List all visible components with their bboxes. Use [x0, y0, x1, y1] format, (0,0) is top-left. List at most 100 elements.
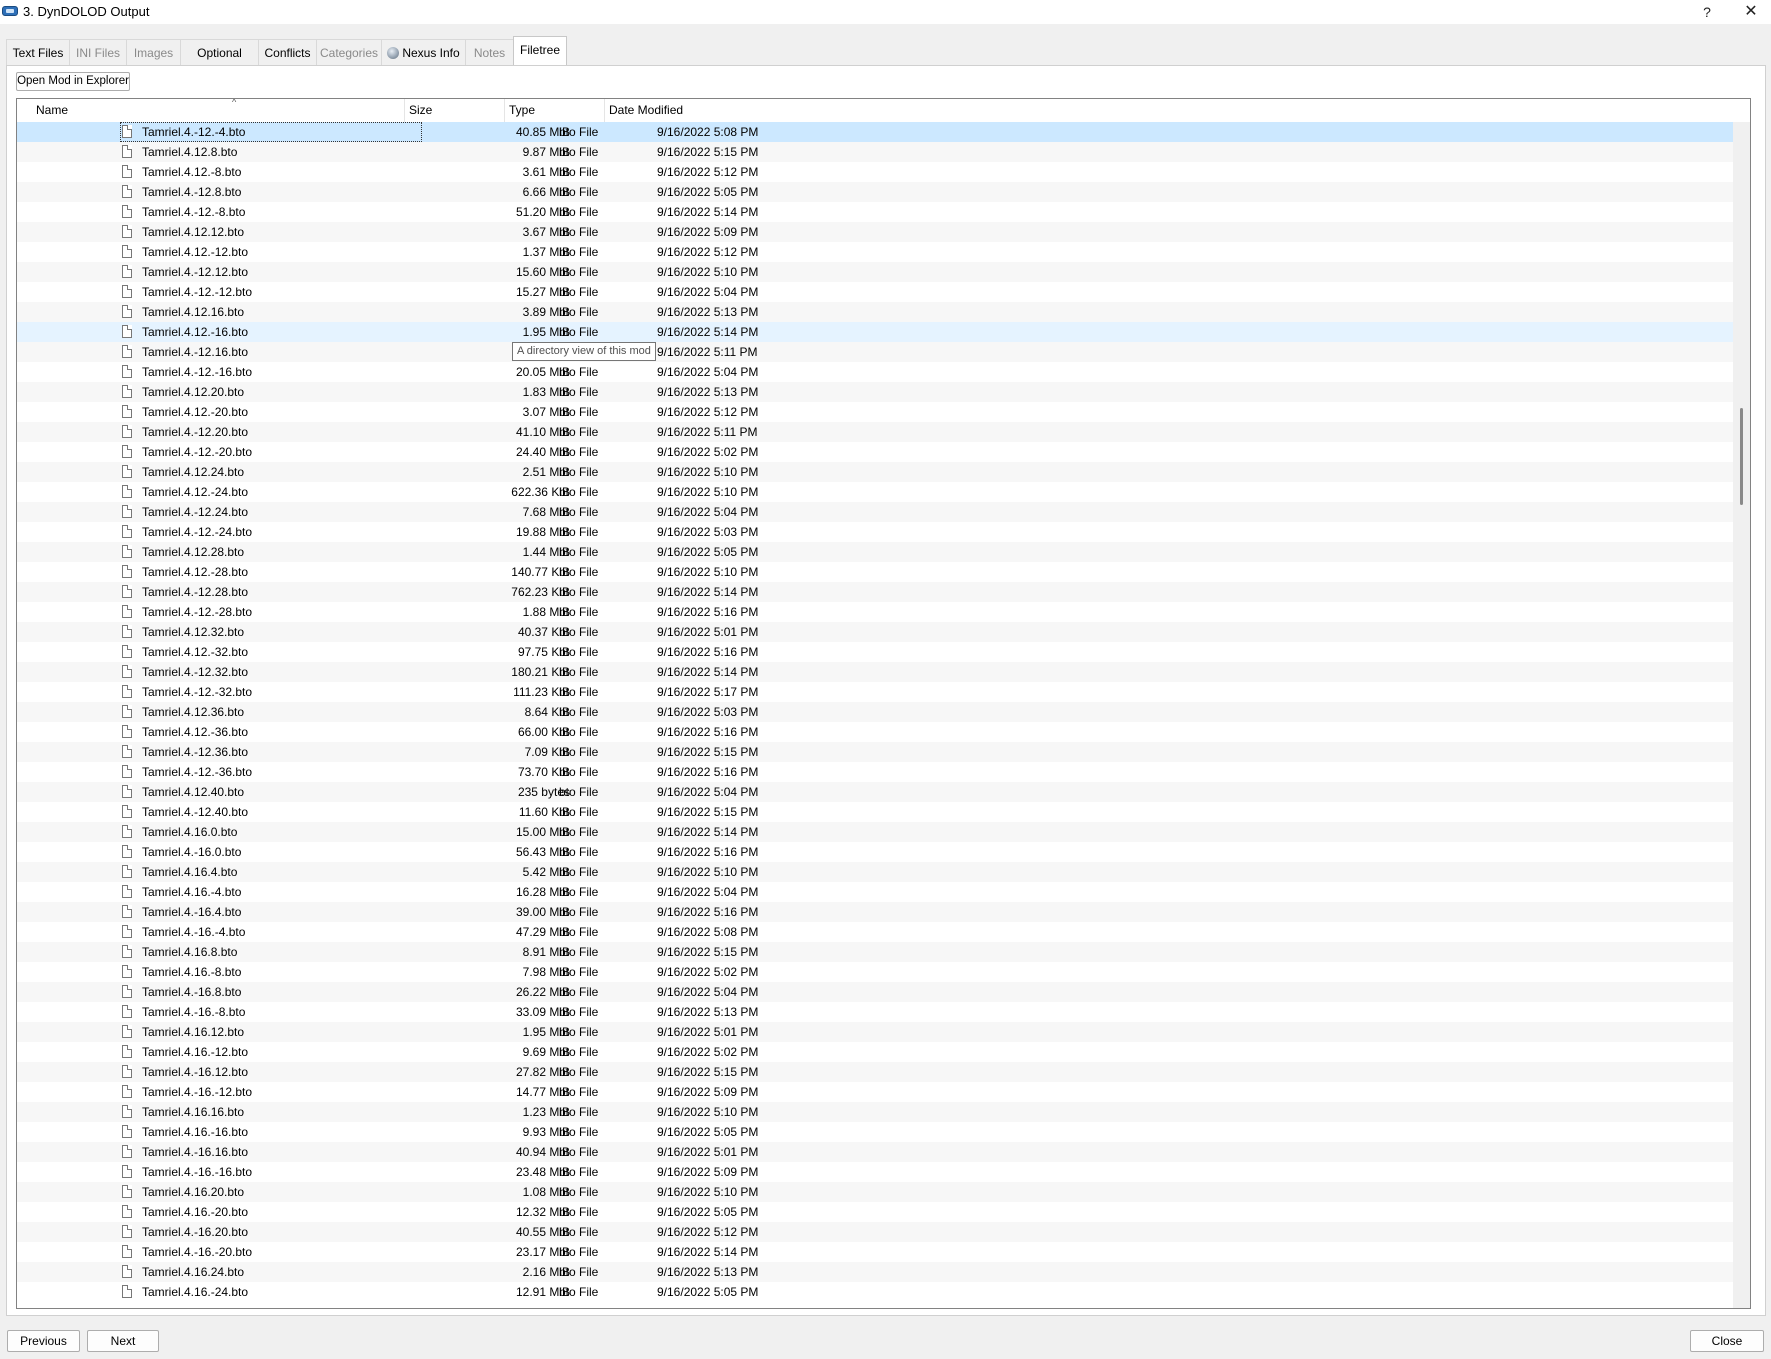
title-bar: 3. DynDOLOD Output ? ✕: [0, 0, 1771, 24]
tab-text-files[interactable]: Text Files: [6, 39, 70, 65]
table-row[interactable]: Tamriel.4.12.-12.bto 1.37 MiB bto File 9/16…: [17, 242, 1733, 262]
table-row[interactable]: Tamriel.4.16.24.bto 2.16 MiB bto File 9/16/…: [17, 1262, 1733, 1282]
table-row[interactable]: Tamriel.4.16.8.bto 8.91 MiB bto File 9/16/2…: [17, 942, 1733, 962]
table-row[interactable]: Tamriel.4.12.16.bto 3.89 MiB bto File 9/16/…: [17, 302, 1733, 322]
table-row[interactable]: Tamriel.4.16.4.bto 5.42 MiB bto File 9/16/2…: [17, 862, 1733, 882]
table-row[interactable]: Tamriel.4.16.-16.bto 9.93 MiB bto File 9/16…: [17, 1122, 1733, 1142]
table-row[interactable]: Tamriel.4.12.-28.bto 140.77 KiB bto File 9/…: [17, 562, 1733, 582]
file-icon: [122, 1285, 132, 1298]
column-header-date-modified[interactable]: Date Modified: [605, 99, 1733, 122]
file-name: Tamriel.4.12.-24.bto: [142, 485, 249, 499]
file-date-modified: 9/16/2022 5:05 PM: [657, 1205, 759, 1219]
table-row[interactable]: Tamriel.4.16.-20.bto 12.32 MiB bto File 9/1…: [17, 1202, 1733, 1222]
table-row[interactable]: Tamriel.4.-16.4.bto 39.00 MiB bto File 9/16…: [17, 902, 1733, 922]
file-size: 111.23 KiB: [513, 685, 570, 699]
help-button[interactable]: ?: [1692, 1, 1722, 23]
table-row[interactable]: Tamriel.4.-16.0.bto 56.43 MiB bto File 9/16…: [17, 842, 1733, 862]
table-row[interactable]: Tamriel.4.-12.16.bto5bto File9/16/2022 5…: [17, 342, 1733, 362]
tab-nexus-info[interactable]: Nexus Info: [381, 39, 466, 65]
file-type: bto File: [559, 465, 599, 479]
table-row[interactable]: Tamriel.4.-16.-20.bto 23.17 MiB bto File 9/…: [17, 1242, 1733, 1262]
table-row[interactable]: Tamriel.4.-16.16.bto 40.94 MiB bto File 9/1…: [17, 1142, 1733, 1162]
tab-filetree[interactable]: Filetree: [513, 36, 567, 65]
table-row[interactable]: Tamriel.4.-12.-36.bto 73.70 KiB bto File 9/…: [17, 762, 1733, 782]
table-row[interactable]: Tamriel.4.-12.32.bto 180.21 KiB bto File 9/…: [17, 662, 1733, 682]
table-row[interactable]: Tamriel.4.12.-24.bto 622.36 KiB bto File 9/…: [17, 482, 1733, 502]
file-icon: [122, 425, 132, 438]
table-row[interactable]: Tamriel.4.-12.28.bto 762.23 KiB bto File 9/…: [17, 582, 1733, 602]
table-row[interactable]: Tamriel.4.16.-24.bto 12.91 MiB bto File 9/1…: [17, 1282, 1733, 1302]
table-row[interactable]: Tamriel.4.-12.12.bto 15.60 MiB bto File 9/1…: [17, 262, 1733, 282]
table-row[interactable]: Tamriel.4.16.16.bto 1.23 MiB bto File 9/16/…: [17, 1102, 1733, 1122]
table-row[interactable]: Tamriel.4.12.40.bto 235 bytes bto File 9/16…: [17, 782, 1733, 802]
table-row[interactable]: Tamriel.4.12.-36.bto 66.00 KiB bto File 9/1…: [17, 722, 1733, 742]
table-row[interactable]: Tamriel.4.16.0.bto 15.00 MiB bto File 9/16/…: [17, 822, 1733, 842]
table-row[interactable]: Tamriel.4.-12.-32.bto 111.23 KiB bto File 9…: [17, 682, 1733, 702]
table-row[interactable]: Tamriel.4.16.-8.bto 7.98 MiB bto File 9/16/…: [17, 962, 1733, 982]
file-date-modified: 9/16/2022 5:03 PM: [657, 705, 759, 719]
file-icon: [122, 1205, 132, 1218]
table-row[interactable]: Tamriel.4.-12.24.bto 7.68 MiB bto File 9/16…: [17, 502, 1733, 522]
file-icon: [122, 285, 132, 298]
table-row[interactable]: Tamriel.4.12.-32.bto 97.75 KiB bto File 9/1…: [17, 642, 1733, 662]
table-row[interactable]: Tamriel.4.16.-12.bto 9.69 MiB bto File 9/16…: [17, 1042, 1733, 1062]
tab-optional-esps[interactable]: Optional ESPs: [180, 39, 259, 86]
table-row[interactable]: Tamriel.4.12.-8.bto 3.61 MiB bto File 9/16/…: [17, 162, 1733, 182]
table-row[interactable]: Tamriel.4.-16.-16.bto 23.48 MiB bto File 9/…: [17, 1162, 1733, 1182]
table-row[interactable]: Tamriel.4.16.-4.bto 16.28 MiB bto File 9/16…: [17, 882, 1733, 902]
column-header-size[interactable]: Size: [405, 99, 505, 122]
table-row[interactable]: Tamriel.4.12.8.bto 9.87 MiB bto File 9/16/2…: [17, 142, 1733, 162]
tab-images[interactable]: Images: [126, 39, 181, 65]
column-header-type[interactable]: Type: [505, 99, 605, 122]
table-row[interactable]: Tamriel.4.12.24.bto 2.51 MiB bto File 9/16/…: [17, 462, 1733, 482]
file-size: 1.95 MiB: [522, 325, 570, 339]
tab-label: INI Files: [75, 46, 120, 60]
table-row[interactable]: Tamriel.4.-16.-8.bto 33.09 MiB bto File 9/1…: [17, 1002, 1733, 1022]
table-row[interactable]: Tamriel.4.-12.20.bto 41.10 MiB bto File 9/1…: [17, 422, 1733, 442]
window-title: 3. DynDOLOD Output: [23, 4, 150, 19]
file-icon: [122, 245, 132, 258]
file-type: bto File: [559, 325, 599, 339]
table-row[interactable]: Tamriel.4.-12.-12.bto 15.27 MiB bto File 9/…: [17, 282, 1733, 302]
tab-conflicts[interactable]: Conflicts: [258, 39, 317, 65]
table-row[interactable]: Tamriel.4.12.12.bto 3.67 MiB bto File 9/16/…: [17, 222, 1733, 242]
table-row[interactable]: Tamriel.4.-16.20.bto 40.55 MiB bto File 9/1…: [17, 1222, 1733, 1242]
column-header-name[interactable]: Name: [17, 99, 405, 122]
table-row[interactable]: Tamriel.4.-12.-4.bto 40.85 MiB bto File 9/1…: [17, 122, 1733, 142]
table-row[interactable]: Tamriel.4.-16.-12.bto 14.77 MiB bto File 9/…: [17, 1082, 1733, 1102]
file-type: bto File: [559, 945, 599, 959]
table-row[interactable]: Tamriel.4.-12.-24.bto 19.88 MiB bto File 9/…: [17, 522, 1733, 542]
table-row[interactable]: Tamriel.4.-12.-28.bto 1.88 MiB bto File 9/1…: [17, 602, 1733, 622]
table-row[interactable]: Tamriel.4.-12.-20.bto 24.40 MiB bto File 9/…: [17, 442, 1733, 462]
file-type: bto File: [559, 725, 599, 739]
table-row[interactable]: Tamriel.4.12.-16.bto 1.95 MiB bto File 9/16…: [17, 322, 1733, 342]
table-row[interactable]: Tamriel.4.-16.-4.bto 47.29 MiB bto File 9/1…: [17, 922, 1733, 942]
table-row[interactable]: Tamriel.4.12.-20.bto 3.07 MiB bto File 9/16…: [17, 402, 1733, 422]
table-row[interactable]: Tamriel.4.12.32.bto 40.37 KiB bto File 9/16…: [17, 622, 1733, 642]
table-row[interactable]: Tamriel.4.-12.-8.bto 51.20 MiB bto File 9/1…: [17, 202, 1733, 222]
table-row[interactable]: Tamriel.4.16.20.bto 1.08 MiB bto File 9/16/…: [17, 1182, 1733, 1202]
previous-button[interactable]: Previous: [7, 1330, 80, 1352]
table-row[interactable]: Tamriel.4.-12.40.bto 11.60 KiB bto File 9/1…: [17, 802, 1733, 822]
vertical-scrollbar[interactable]: [1733, 122, 1750, 1308]
open-mod-in-explorer-button[interactable]: Open Mod in Explorer: [16, 72, 130, 91]
tab-categories[interactable]: Categories: [316, 39, 382, 65]
file-name: Tamriel.4.-16.-4.bto: [142, 925, 246, 939]
scrollbar-thumb[interactable]: [1740, 408, 1743, 505]
table-row[interactable]: Tamriel.4.-16.12.bto 27.82 MiB bto File 9/1…: [17, 1062, 1733, 1082]
file-date-modified: 9/16/2022 5:15 PM: [657, 745, 759, 759]
table-row[interactable]: Tamriel.4.-12.36.bto 7.09 KiB bto File 9/16…: [17, 742, 1733, 762]
table-row[interactable]: Tamriel.4.-16.8.bto 26.22 MiB bto File 9/16…: [17, 982, 1733, 1002]
file-tree[interactable]: Name ^ Size Type Date Modified Tamriel.4…: [16, 98, 1751, 1309]
table-row[interactable]: Tamriel.4.-12.-16.bto 20.05 MiB bto File 9/…: [17, 362, 1733, 382]
window-close-button[interactable]: ✕: [1736, 1, 1766, 23]
tab-ini-files[interactable]: INI Files: [69, 39, 127, 65]
close-button[interactable]: Close: [1690, 1330, 1764, 1352]
table-row[interactable]: Tamriel.4.-12.8.bto 6.66 MiB bto File 9/16/…: [17, 182, 1733, 202]
table-row[interactable]: Tamriel.4.16.12.bto 1.95 MiB bto File 9/16/…: [17, 1022, 1733, 1042]
table-row[interactable]: Tamriel.4.12.28.bto 1.44 MiB bto File 9/16/…: [17, 542, 1733, 562]
table-row[interactable]: Tamriel.4.12.20.bto 1.83 MiB bto File 9/16/…: [17, 382, 1733, 402]
next-button[interactable]: Next: [87, 1330, 159, 1352]
tab-notes[interactable]: Notes: [465, 39, 514, 65]
table-row[interactable]: Tamriel.4.12.36.bto 8.64 KiB bto File 9/16/…: [17, 702, 1733, 722]
